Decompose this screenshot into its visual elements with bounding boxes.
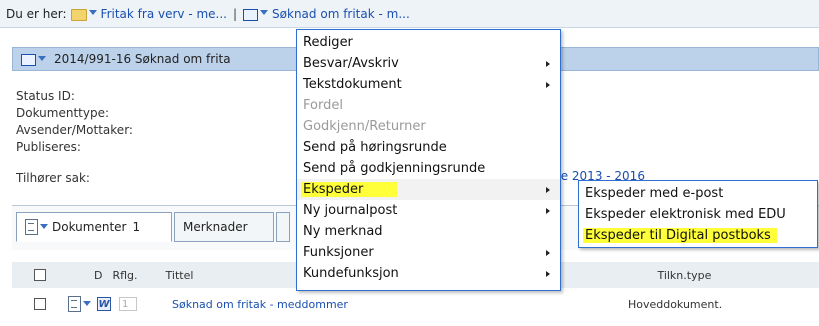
- menu-item-label: Ekspeder: [301, 182, 398, 197]
- submenu-arrow-icon: [546, 250, 550, 256]
- tab-documents-label: Dokumenter: [52, 220, 127, 234]
- chevron-down-icon[interactable]: [88, 10, 97, 15]
- menu-item-label: Besvar/Avskriv: [303, 56, 399, 71]
- menu-item-send-hearing[interactable]: Send på høringsrunde: [297, 137, 560, 158]
- menu-item-new-note[interactable]: Ny merknad: [297, 221, 560, 242]
- column-type: Tilkn.type: [657, 268, 712, 282]
- field-sender: Avsender/Mottaker:: [16, 123, 133, 137]
- menu-item-label: Ny journalpost: [303, 203, 398, 218]
- envelope-icon: [21, 54, 36, 66]
- submenu-item-label: Ekspeder med e-post: [585, 186, 724, 201]
- breadcrumb-label: Du er her:: [6, 6, 67, 21]
- document-fields: Status ID: Dokumenttype: Avsender/Mottak…: [16, 88, 133, 187]
- row-title-link[interactable]: Søknad om fritak - meddommer: [172, 298, 348, 311]
- menu-item-reply[interactable]: Besvar/Avskriv: [297, 53, 560, 74]
- submenu-arrow-icon: [546, 271, 550, 277]
- chevron-down-icon[interactable]: [40, 223, 48, 229]
- word-icon[interactable]: W: [97, 297, 111, 311]
- table-row[interactable]: W 1 Søknad om fritak - meddommer Hoveddo…: [12, 290, 819, 318]
- menu-item-label: Kundefunksjon: [303, 266, 399, 281]
- menu-item-distribute: Fordel: [297, 95, 560, 116]
- envelope-icon: [243, 8, 259, 21]
- tab-more[interactable]: [276, 212, 290, 242]
- submenu-arrow-icon: [546, 61, 550, 67]
- field-belongs: Tilhører sak:: [16, 171, 90, 185]
- menu-item-functions[interactable]: Funksjoner: [297, 242, 560, 263]
- breadcrumb: Du er her: Fritak fra verv - me... | Søk…: [0, 0, 819, 28]
- menu-item-label: Ny merknad: [303, 224, 383, 239]
- select-all-checkbox[interactable]: [34, 269, 46, 281]
- field-status: Status ID:: [16, 89, 75, 103]
- tab-documents[interactable]: Dokumenter 1: [16, 212, 172, 242]
- column-d: D: [94, 268, 103, 282]
- menu-item-label: Fordel: [303, 98, 343, 113]
- submenu-item-label: Ekspeder til Digital postboks: [583, 228, 777, 243]
- menu-item-label: Send på godkjenningsrunde: [303, 161, 486, 176]
- row-number: 1: [119, 297, 137, 311]
- submenu-item-label: Ekspeder elektronisk med EDU: [585, 207, 786, 222]
- column-title: Tittel: [165, 268, 194, 282]
- breadcrumb-link-document[interactable]: Søknad om fritak - m...: [272, 7, 410, 21]
- document-icon: [68, 296, 81, 312]
- submenu-arrow-icon: [546, 208, 550, 214]
- breadcrumb-link-case[interactable]: Fritak fra verv - me...: [101, 7, 227, 21]
- menu-item-label: Funksjoner: [303, 245, 374, 260]
- submenu-item-email[interactable]: Ekspeder med e-post: [579, 183, 817, 204]
- field-published: Publiseres:: [16, 140, 81, 154]
- menu-item-text-document[interactable]: Tekstdokument: [297, 74, 560, 95]
- menu-item-label: Tekstdokument: [303, 77, 402, 92]
- field-doctype: Dokumenttype:: [16, 106, 109, 120]
- menu-item-dispatch[interactable]: Ekspeder: [297, 179, 560, 200]
- menu-item-label: Send på høringsrunde: [303, 140, 447, 155]
- breadcrumb-separator: |: [233, 6, 238, 21]
- tab-documents-count: 1: [132, 220, 141, 234]
- tab-notes-label: Merknader: [183, 220, 248, 234]
- menu-item-approve-return: Godkjenn/Returner: [297, 116, 560, 137]
- menu-item-new-journal-entry[interactable]: Ny journalpost: [297, 200, 560, 221]
- submenu-item-edu[interactable]: Ekspeder elektronisk med EDU: [579, 204, 817, 225]
- menu-item-edit[interactable]: Rediger: [297, 32, 560, 53]
- submenu-item-digital-mailbox[interactable]: Ekspeder til Digital postboks: [579, 225, 817, 246]
- chevron-down-icon[interactable]: [83, 300, 91, 306]
- menu-item-send-approval[interactable]: Send på godkjenningsrunde: [297, 158, 560, 179]
- folder-icon: [70, 8, 87, 21]
- row-checkbox[interactable]: [34, 298, 46, 310]
- column-rflg: Rflg.: [112, 268, 138, 282]
- submenu-arrow-icon: [546, 187, 550, 193]
- tab-notes[interactable]: Merknader: [174, 212, 274, 242]
- document-title: 2014/991-16 Søknad om frita: [54, 52, 231, 66]
- submenu-arrow-icon: [546, 82, 550, 88]
- dispatch-submenu: Ekspeder med e-post Ekspeder elektronisk…: [578, 180, 818, 248]
- context-menu: Rediger Besvar/Avskriv Tekstdokument For…: [296, 29, 561, 291]
- chevron-down-icon[interactable]: [260, 10, 269, 15]
- menu-item-customer-function[interactable]: Kundefunksjon: [297, 263, 560, 284]
- menu-item-label: Godkjenn/Returner: [303, 119, 426, 134]
- row-type: Hoveddokument.: [627, 297, 723, 311]
- chevron-down-icon[interactable]: [38, 55, 46, 61]
- document-icon: [25, 219, 38, 235]
- menu-item-label: Rediger: [303, 35, 353, 50]
